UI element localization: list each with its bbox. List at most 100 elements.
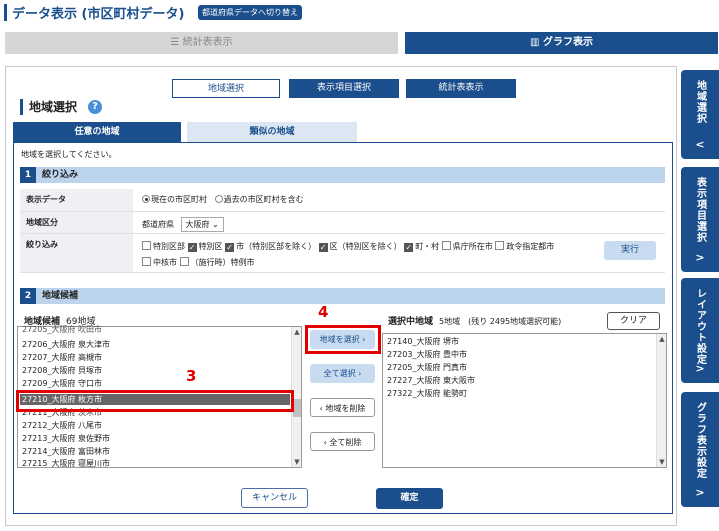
section-number: 2 — [20, 288, 36, 304]
scroll-up-icon[interactable]: ▲ — [292, 327, 302, 337]
checkbox-prefecture-capital[interactable] — [441, 241, 451, 250]
checkbox-town-village[interactable]: ✓ — [404, 243, 414, 252]
radio-past[interactable] — [214, 195, 223, 203]
list-item[interactable]: 27140_大阪府 堺市 — [387, 336, 459, 347]
field-label: 表示データ — [20, 189, 133, 211]
checkbox-special-ward-area[interactable] — [142, 241, 151, 250]
checkbox-designated-city[interactable] — [495, 241, 505, 250]
field-label: 地域区分 — [20, 212, 133, 233]
side-tab-display-items[interactable]: 表示項目選択 > — [681, 167, 719, 272]
checkbox-label: 区（特別区を除く） — [329, 242, 402, 251]
checkbox-core-city[interactable] — [142, 257, 151, 266]
button-label: 全て選択 — [323, 369, 356, 378]
list-item[interactable]: 27227_大阪府 東大阪市 — [387, 375, 475, 386]
remove-region-button[interactable]: ‹ 地域を削除 — [310, 398, 375, 417]
title-accent-bar — [4, 4, 7, 21]
scroll-thumb[interactable] — [293, 399, 301, 417]
checkbox-label: （施行時）特例市 — [190, 258, 255, 267]
checkbox-special-city[interactable] — [179, 257, 189, 266]
help-icon[interactable]: ? — [88, 100, 102, 114]
selected-scrollbar[interactable]: ▲ ▼ — [656, 334, 666, 467]
list-item[interactable]: 27215_大阪府 寝屋川市 — [22, 458, 110, 467]
side-tab-layout[interactable]: レイアウト設定 > — [681, 278, 719, 383]
table-icon: ☰ — [170, 37, 183, 48]
radio-label: 過去の市区町村を含む — [223, 195, 304, 204]
list-item[interactable]: 27205_大阪府 門真市 — [387, 362, 467, 373]
scroll-up-icon[interactable]: ▲ — [657, 334, 667, 344]
checkbox-special-ward[interactable]: ✓ — [187, 243, 197, 252]
list-title-label: 選択中地域 — [388, 317, 434, 327]
chevron-left-icon: < — [695, 138, 705, 151]
annotation-number-4: 4 — [318, 303, 329, 321]
prefecture-select[interactable]: 大阪府 ⌄ — [180, 217, 224, 232]
side-tab-label: レイアウト設定 — [694, 288, 706, 365]
scroll-down-icon[interactable]: ▼ — [657, 457, 667, 467]
tab-custom-region[interactable]: 任意の地域 — [13, 122, 181, 142]
checkbox-label: 政令指定都市 — [506, 242, 555, 251]
side-tab-label: 表示項目選択 — [694, 177, 706, 243]
tab-stats-table[interactable]: ☰ 統計表表示 — [5, 32, 398, 54]
field-value: 特別区部 ✓ 特別区 ✓ 市（特別区部を除く） ✓ 区（特別区を除く） ✓ 町・村 県庁… — [140, 234, 615, 272]
checkbox-label: 町・村 — [415, 242, 440, 251]
list-item[interactable]: 27208_大阪府 貝塚市 — [22, 365, 102, 376]
step-stats-table: 統計表表示 — [406, 79, 516, 98]
display-data-row: 表示データ 現在の市区町村 過去の市区町村を含む — [20, 189, 665, 212]
section-label: 絞り込み — [42, 170, 79, 180]
checkbox-label: 特別区 — [198, 242, 223, 251]
side-tab-label: 地域選択 — [694, 80, 706, 124]
section-label: 地域候補 — [42, 291, 79, 301]
page-header: データ表示 (市区町村データ) 都道府県データへ切り替え — [0, 0, 719, 28]
highlight-box-3 — [16, 390, 294, 412]
field-value: 都道府県 大阪府 ⌄ — [140, 212, 226, 233]
filter-section-header: 1 絞り込み — [20, 167, 665, 183]
chevron-right-icon: › — [358, 369, 362, 378]
list-item[interactable]: 27205_大阪府 吹田市 — [22, 324, 102, 335]
prefecture-label: 都道府県 — [142, 220, 174, 229]
region-category-row: 地域区分 都道府県 大阪府 ⌄ — [20, 212, 665, 234]
selected-listbox[interactable]: 27140_大阪府 堺市 27203_大阪府 豊中市 27205_大阪府 門真市… — [382, 333, 667, 468]
switch-prefecture-button[interactable]: 都道府県データへ切り替え — [198, 5, 302, 20]
side-tab-graph-settings[interactable]: グラフ表示設定 > — [681, 392, 719, 507]
page-title: データ表示 (市区町村データ) — [12, 7, 185, 22]
checkbox-ward[interactable]: ✓ — [318, 243, 328, 252]
list-item[interactable]: 27203_大阪府 豊中市 — [387, 349, 467, 360]
radio-current[interactable] — [142, 195, 150, 203]
list-item[interactable]: 27212_大阪府 八尾市 — [22, 420, 102, 431]
narrow-row: 絞り込み 特別区部 ✓ 特別区 ✓ 市（特別区部を除く） ✓ 区（特別区を除く） ✓ 町… — [20, 234, 665, 273]
section-title: 地域選択 — [20, 99, 77, 115]
selected-list-title: 選択中地域 5地域 (残り 2495地域選択可能) — [388, 314, 561, 327]
checkbox-label: 市（特別区部を除く） — [236, 242, 317, 251]
remove-all-button[interactable]: ‹ 全て削除 — [310, 432, 375, 451]
section-number: 1 — [20, 167, 36, 183]
checkbox-label: 県庁所在市 — [452, 242, 493, 251]
scroll-down-icon[interactable]: ▼ — [292, 457, 302, 467]
selected-info: 5地域 (残り 2495地域選択可能) — [439, 317, 562, 326]
side-tab-region-select[interactable]: 地域選択 < — [681, 70, 719, 159]
list-item[interactable]: 27213_大阪府 泉佐野市 — [22, 433, 110, 444]
checkbox-label: 特別区部 — [153, 242, 185, 251]
list-item[interactable]: 27207_大阪府 高槻市 — [22, 352, 102, 363]
side-tab-label: グラフ表示設定 — [694, 402, 706, 479]
cancel-button[interactable]: キャンセル — [241, 488, 308, 508]
tab-graph[interactable]: ▥ グラフ表示 — [405, 32, 718, 54]
list-item[interactable]: 27206_大阪府 泉大津市 — [22, 339, 110, 350]
radio-label: 現在の市区町村 — [151, 195, 207, 204]
clear-button[interactable]: クリア — [607, 312, 660, 330]
list-item[interactable]: 27209_大阪府 守口市 — [22, 378, 102, 389]
annotation-number-3: 3 — [186, 367, 197, 385]
select-all-button[interactable]: 全て選択 › — [310, 364, 375, 383]
list-item[interactable]: 27322_大阪府 能勢町 — [387, 388, 467, 399]
chart-icon: ▥ — [530, 37, 543, 48]
chevron-right-icon: > — [695, 362, 705, 375]
list-item[interactable]: 27214_大阪府 富田林市 — [22, 446, 110, 457]
candidates-section-header: 2 地域候補 — [20, 288, 665, 304]
button-label: 地域を削除 — [325, 404, 366, 413]
execute-button[interactable]: 実行 — [604, 241, 656, 260]
checkbox-city[interactable]: ✓ — [225, 243, 235, 252]
step-display-items: 表示項目選択 — [289, 79, 399, 98]
chevron-right-icon: > — [695, 486, 705, 499]
confirm-button[interactable]: 確定 — [376, 488, 443, 509]
tab-similar-region[interactable]: 類似の地域 — [187, 122, 357, 142]
prefecture-value: 大阪府 — [185, 220, 210, 229]
button-label: 全て削除 — [329, 438, 362, 447]
